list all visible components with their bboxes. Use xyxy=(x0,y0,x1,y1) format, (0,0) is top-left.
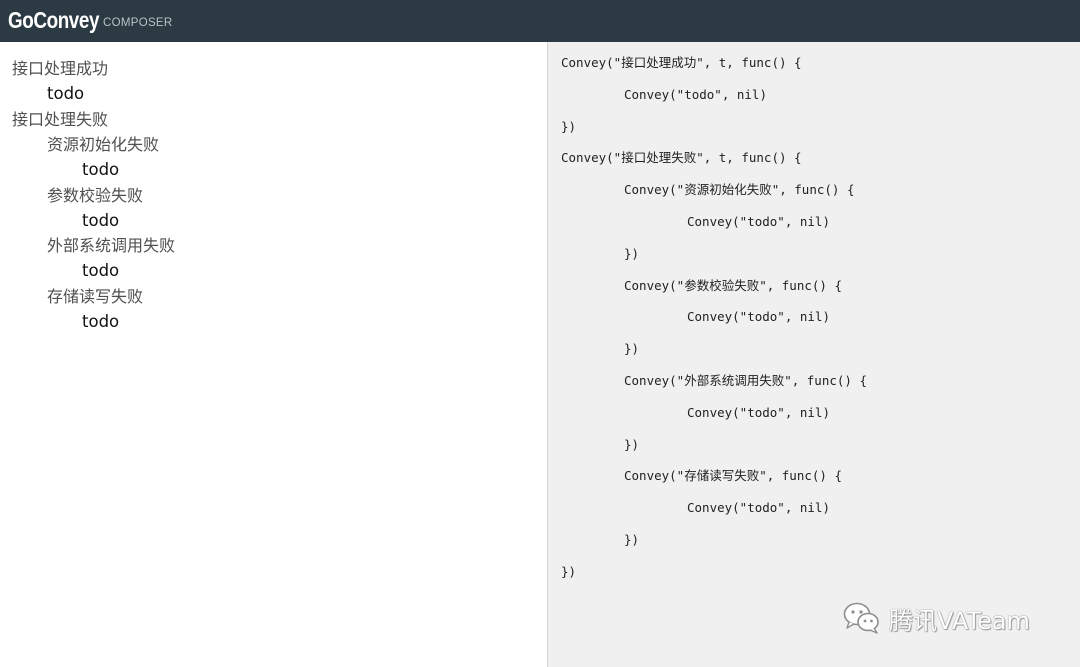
wechat-icon xyxy=(843,602,879,634)
composer-label: COMPOSER xyxy=(103,17,173,29)
code-line: }) xyxy=(561,118,577,134)
outline-todo-item[interactable]: todo xyxy=(47,81,84,106)
code-line: Convey("todo", nil) xyxy=(687,214,830,229)
code-line: Convey("接口处理成功", t, func() { xyxy=(561,55,802,70)
top-bar: GoConvey COMPOSER xyxy=(0,0,1080,42)
outline-editor[interactable]: 接口处理成功 todo 接口处理失败 资源初始化失败 todo 参数校验失败 todo 外部系… xyxy=(0,42,547,667)
outline-todo-item[interactable]: todo xyxy=(82,309,119,334)
code-line: Convey("存储读写失败", func() { xyxy=(624,468,842,484)
outline-todo-item[interactable]: todo xyxy=(82,157,119,182)
outline-todo-item[interactable]: todo xyxy=(82,208,119,233)
outline-description-item[interactable]: 存储读写失败 xyxy=(47,284,143,309)
code-line: Convey("todo", nil) xyxy=(687,404,830,420)
outline-description-item[interactable]: 参数校验失败 xyxy=(47,183,143,208)
code-line: }) xyxy=(624,245,640,261)
code-line: Convey("资源初始化失败", func() { xyxy=(624,182,855,198)
outline-description-item[interactable]: 资源初始化失败 xyxy=(47,132,159,157)
code-line: Convey("外部系统调用失败", func() { xyxy=(624,373,867,388)
code-line: }) xyxy=(561,563,577,579)
code-line: Convey("todo", nil) xyxy=(687,500,830,516)
brand-logo[interactable]: GoConvey xyxy=(8,7,99,34)
code-line: }) xyxy=(624,532,640,547)
code-line: }) xyxy=(624,341,640,357)
code-line: }) xyxy=(624,436,640,452)
outline-todo-item[interactable]: todo xyxy=(82,258,119,283)
watermark-text: 腾讯VATeam xyxy=(889,606,1030,635)
outline-description-item[interactable]: 接口处理失败 xyxy=(12,107,108,132)
code-line: Convey("参数校验失败", func() { xyxy=(624,277,842,293)
generated-code-panel: Convey("接口处理成功", t, func() { Convey("todo… xyxy=(548,42,1080,667)
code-line: Convey("todo", nil) xyxy=(687,309,830,325)
code-line: Convey("接口处理失败", t, func() { xyxy=(561,150,802,166)
outline-description-item[interactable]: 外部系统调用失败 xyxy=(47,233,175,258)
watermark: 腾讯VATeam xyxy=(843,600,1030,636)
code-line: Convey("todo", nil) xyxy=(624,86,767,102)
outline-description-item[interactable]: 接口处理成功 xyxy=(12,56,108,81)
